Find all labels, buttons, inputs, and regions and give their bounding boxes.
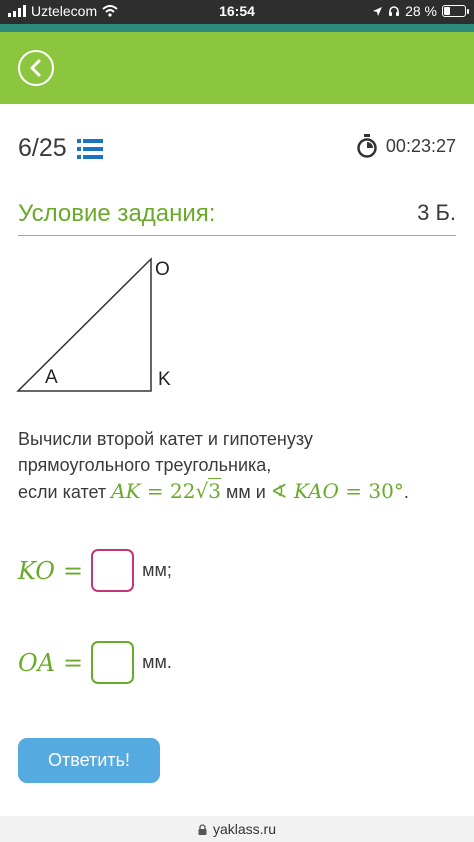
battery-fill [444, 7, 450, 15]
timer-value: 00:23:27 [385, 135, 456, 156]
answer-row-ko: KO = мм; [18, 549, 172, 592]
ak-label: AK [111, 479, 141, 503]
ko-label: KO [18, 556, 55, 585]
oa-equals: = [63, 648, 84, 677]
ko-equals: = [62, 556, 84, 585]
status-right: 28 % [372, 3, 469, 19]
browser-address-bar[interactable]: yaklass.ru [0, 816, 474, 842]
battery-percent: 28 % [405, 3, 437, 19]
mm-and-text: мм и [220, 482, 271, 502]
task-condition-header: Условие задания: 3 Б. [18, 196, 456, 236]
timer: 00:23:27 [356, 134, 456, 158]
stopwatch-icon [357, 134, 377, 158]
submit-answer-button[interactable]: Ответить! [18, 738, 160, 783]
oa-answer-input[interactable] [91, 641, 135, 684]
ak-equals: = [140, 479, 171, 503]
task-text: Вычисли второй катет и гипотенузу прямоу… [18, 426, 458, 505]
task-line-3-prefix: если катет [18, 482, 112, 502]
task-line-3: если катет AK = 22√3 мм и ∢ KAO = 30°. [18, 478, 458, 505]
headphones-icon [389, 6, 400, 16]
task-line-2: прямоугольного треугольника, [18, 455, 272, 475]
task-period: . [403, 482, 409, 502]
ko-unit: мм; [142, 560, 172, 580]
oa-label: OA [18, 648, 56, 677]
task-points: 3 Б. [417, 200, 456, 225]
app-header [0, 32, 474, 104]
question-progress: 6/25 [18, 134, 103, 163]
site-url: yaklass.ru [212, 821, 277, 837]
vertex-o-label: O [155, 259, 170, 280]
angle-equals: = [338, 479, 369, 503]
accent-strip [0, 24, 474, 32]
ak-coefficient: 22 [170, 479, 196, 503]
lock-icon [198, 823, 207, 835]
list-icon[interactable] [76, 138, 103, 160]
section-title: Условие задания: [18, 200, 216, 227]
task-line-1: Вычисли второй катет и гипотенузу [18, 429, 313, 449]
angle-label: KAO [293, 479, 339, 503]
triangle-shape [16, 257, 152, 392]
ko-answer-input[interactable] [91, 549, 135, 592]
answer-row-oa: OA = мм. [18, 641, 172, 684]
triangle-figure: O A K [16, 257, 171, 392]
angle-sign: ∢ [270, 479, 294, 503]
battery-icon [442, 5, 469, 17]
chevron-left-icon [30, 59, 41, 77]
ak-radicand: 3 [208, 478, 221, 503]
vertex-a-label: A [45, 367, 58, 388]
back-button[interactable] [18, 50, 54, 86]
angle-value: 30° [368, 479, 404, 503]
vertex-k-label: K [158, 369, 171, 390]
progress-counter: 6/25 [18, 134, 67, 162]
location-icon [373, 6, 383, 16]
sqrt-sign: √ [195, 479, 209, 503]
status-bar: Uztelecom 16:54 28 % [0, 0, 474, 24]
oa-unit: мм. [142, 652, 172, 672]
